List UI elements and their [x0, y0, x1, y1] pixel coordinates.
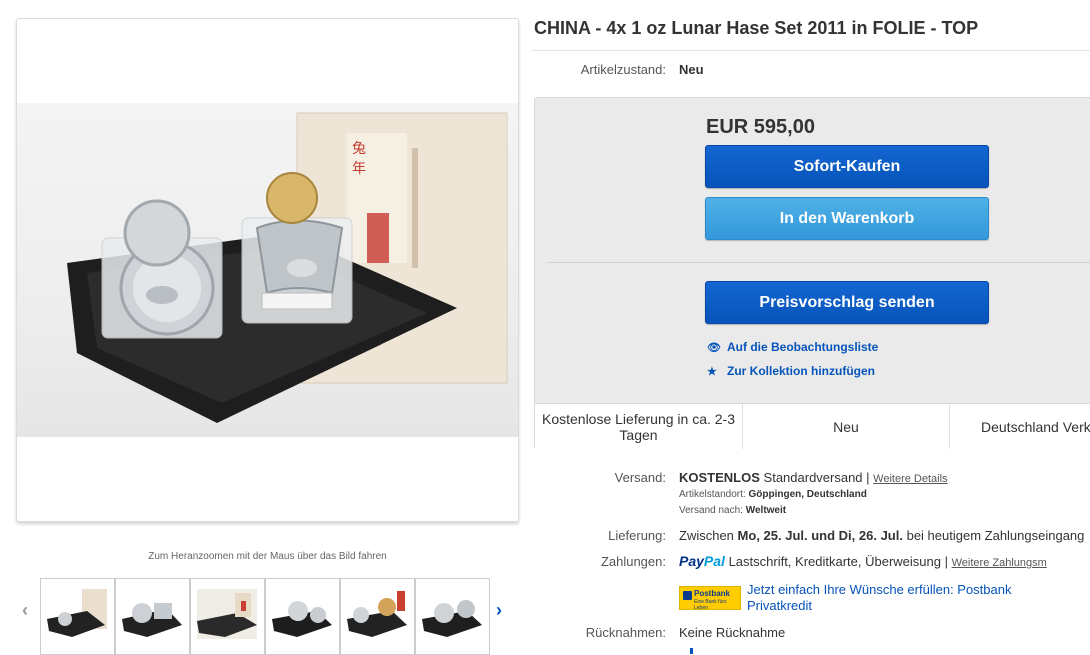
delivery-suffix: bei heutigem Zahlungseingang: [906, 528, 1085, 543]
star-icon: ★: [707, 366, 717, 378]
thumbnail-2[interactable]: [115, 578, 190, 655]
svg-text:年: 年: [352, 161, 366, 177]
delivery-label: Lieferung:: [608, 528, 666, 543]
postbank-promo-link[interactable]: Jetzt einfach Ihre Wünsche erfüllen: Pos…: [747, 582, 1011, 597]
postbank-logo-sub: Eine Bank fürs Leben: [694, 599, 727, 611]
thumbnail-1[interactable]: [40, 578, 115, 655]
thumbnail-6[interactable]: [415, 578, 490, 655]
paypal-logo: PayPal: [679, 553, 725, 569]
add-to-collection-link[interactable]: ★ Zur Kollektion hinzufügen: [707, 364, 875, 378]
postbank-logo-text: Postbank: [694, 589, 731, 598]
zoom-hint: Zum Heranzoomen mit der Maus über das Bi…: [148, 551, 387, 562]
shipping-value: KOSTENLOS Standardversand | Weitere Deta…: [679, 470, 948, 485]
payments-label: Zahlungen:: [600, 554, 666, 569]
ships-to: Versand nach: Weltweit: [679, 505, 786, 516]
item-location-label: Artikelstandort:: [679, 489, 746, 500]
item-title: CHINA - 4x 1 oz Lunar Hase Set 2011 in F…: [534, 18, 979, 38]
delivery-value: Zwischen Mo, 25. Jul. und Di, 26. Jul. b…: [679, 528, 1084, 543]
buybox-divider: [547, 262, 1090, 263]
add-to-watchlist-link[interactable]: 👁︎ Auf die Beobachtungsliste: [707, 340, 878, 354]
ships-to-value: Weltweit: [745, 505, 787, 516]
svg-text:兔: 兔: [352, 141, 366, 157]
thumbnail-3[interactable]: [190, 578, 265, 655]
shipping-details-link[interactable]: Weitere Details: [873, 473, 947, 485]
chevron-right-icon[interactable]: ›: [496, 600, 502, 620]
price: EUR 595,00: [706, 116, 815, 138]
collection-label: Zur Kollektion hinzufügen: [727, 364, 875, 378]
watchlist-label: Auf die Beobachtungsliste: [727, 340, 879, 354]
payments-value: PayPal Lastschrift, Kreditkarte, Überwei…: [679, 553, 1047, 569]
delivery-dates: Mo, 25. Jul. und Di, 26. Jul.: [737, 528, 903, 543]
buy-now-button[interactable]: Sofort-Kaufen: [705, 145, 989, 188]
returns-value: Keine Rücknahme: [679, 625, 786, 640]
more-payments-link[interactable]: Weitere Zahlungsm: [952, 557, 1047, 569]
eye-icon: 👁︎: [707, 342, 721, 354]
condition-label: Artikelzustand:: [580, 62, 666, 77]
add-to-cart-button[interactable]: In den Warenkorb: [705, 197, 989, 240]
shipping-cost: KOSTENLOS: [679, 470, 760, 485]
thumbnail-4[interactable]: [265, 578, 340, 655]
thumbnail-strip: ‹ ›: [22, 578, 522, 655]
thumbnail-5[interactable]: [340, 578, 415, 655]
condition-value: Neu: [679, 62, 704, 77]
feature-seller-location: Deutschland Verk: [981, 418, 1090, 435]
postbank-mark-icon: [683, 591, 692, 600]
item-location-value: Göppingen, Deutschland: [748, 489, 867, 500]
product-photo: 兔 年: [17, 103, 518, 437]
ships-to-label: Versand nach:: [679, 505, 743, 516]
main-product-image[interactable]: 兔 年: [16, 18, 519, 522]
buy-box: EUR 595,00 Sofort-Kaufen In den Warenkor…: [534, 97, 1090, 449]
item-location: Artikelstandort: Göppingen, Deutschland: [679, 489, 867, 500]
shipping-label: Versand:: [614, 470, 666, 485]
coin-set-illustration: 兔 年: [67, 112, 508, 423]
postbank-logo[interactable]: Postbank Eine Bank fürs Leben: [679, 586, 741, 611]
returns-label: Rücknahmen:: [585, 625, 666, 640]
feature-free-delivery: Kostenlose Lieferung in ca. 2-3 Tagen: [535, 404, 743, 449]
chevron-left-icon[interactable]: ‹: [22, 600, 28, 620]
feature-strip: Kostenlose Lieferung in ca. 2-3 Tagen Ne…: [535, 403, 1090, 449]
payment-methods: Lastschrift, Kreditkarte, Überweisung |: [728, 554, 948, 569]
title-divider: [531, 50, 1090, 51]
shipping-method: Standardversand |: [763, 470, 870, 485]
postbank-promo-link-2[interactable]: Privatkredit: [747, 598, 812, 613]
make-offer-button[interactable]: Preisvorschlag senden: [705, 281, 989, 324]
partial-link-marker: [690, 648, 693, 654]
delivery-prefix: Zwischen: [679, 528, 734, 543]
feature-condition: Neu: [743, 404, 950, 449]
